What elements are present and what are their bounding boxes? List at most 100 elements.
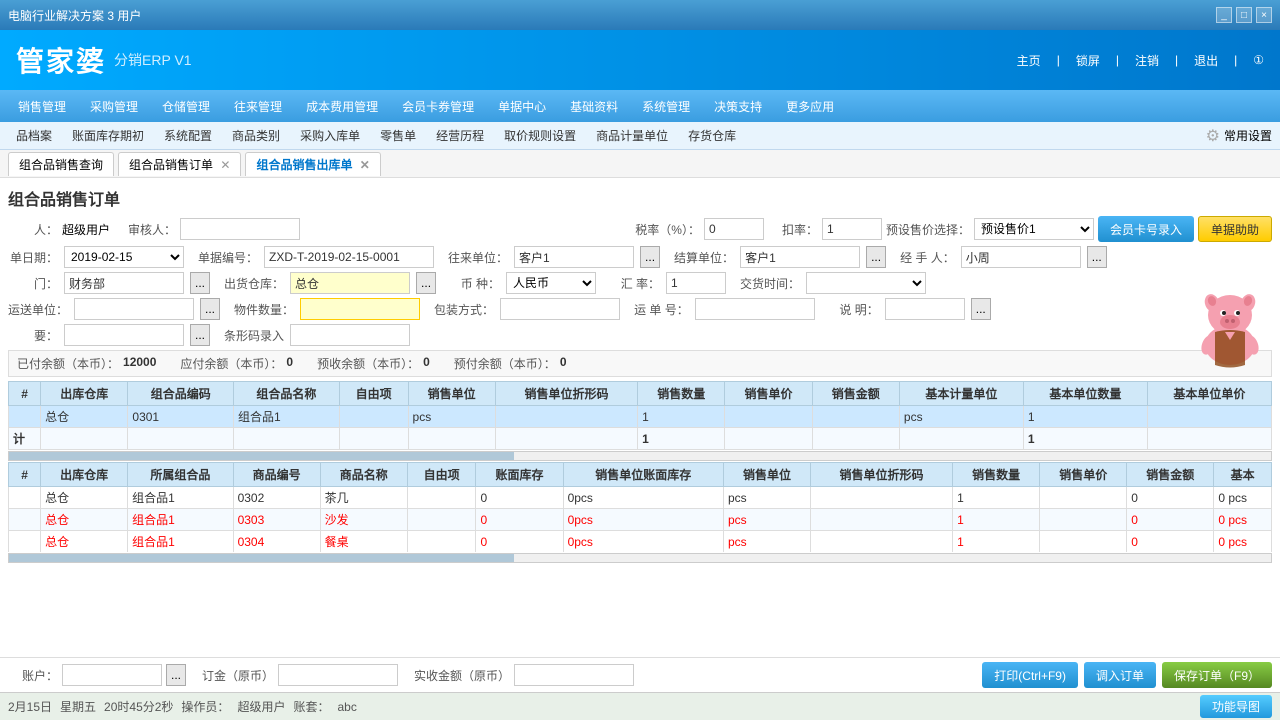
tax-rate-input[interactable] <box>704 218 764 240</box>
nav-home[interactable]: 主页 <box>1017 52 1041 69</box>
order-total-input[interactable] <box>278 664 398 686</box>
price-select[interactable]: 预设售价1 <box>974 218 1094 240</box>
window-title: 电脑行业解决方案 3 用户 <box>8 7 141 24</box>
tab-close-2[interactable]: ✕ <box>360 158 370 172</box>
breadcrumb-bar: 组合品销售查询 组合品销售订单 ✕ 组合品销售出库单 ✕ <box>0 150 1280 178</box>
barcode-label: 条形码录入 <box>224 327 284 344</box>
parts-input[interactable] <box>300 298 420 320</box>
note-lookup-button[interactable]: ... <box>971 298 991 320</box>
breadcrumb-tab-2[interactable]: 组合品销售出库单 ✕ <box>245 152 380 176</box>
nav-logout[interactable]: 注销 <box>1135 52 1159 69</box>
sub-nav-8[interactable]: 商品计量单位 <box>588 124 676 147</box>
warehouse-lookup-button[interactable]: ... <box>416 272 436 294</box>
lower-table-scrollbar[interactable] <box>8 553 1272 563</box>
warehouse-input[interactable] <box>290 272 410 294</box>
maximize-button[interactable]: □ <box>1236 7 1252 23</box>
function-map-button[interactable]: 功能导图 <box>1200 695 1272 718</box>
print-button[interactable]: 打印(Ctrl+F9) <box>982 662 1078 688</box>
minimize-button[interactable]: _ <box>1216 7 1232 23</box>
lcol-unit: 销售单位 <box>723 463 810 487</box>
sub-nav-9[interactable]: 存货仓库 <box>680 124 744 147</box>
lower-table-row-1[interactable]: 总仓 组合品1 0303 沙发 0 0pcs pcs 1 0 0 pcs <box>9 509 1272 531</box>
nav-lock[interactable]: 锁屏 <box>1076 52 1100 69</box>
req-input[interactable] <box>64 324 184 346</box>
nav-decision[interactable]: 决策支持 <box>704 94 772 119</box>
nav-voucher[interactable]: 单据中心 <box>488 94 556 119</box>
sub-nav-2[interactable]: 系统配置 <box>156 124 220 147</box>
trade-time-select[interactable] <box>806 272 926 294</box>
upper-table-scrollbar[interactable] <box>8 451 1272 461</box>
parts-label: 物件数量： <box>234 301 294 318</box>
settle-label: 结算单位： <box>674 249 734 266</box>
upper-row-code: 0301 <box>128 406 234 428</box>
nav-sales[interactable]: 销售管理 <box>8 94 76 119</box>
handler-lookup-button[interactable]: ... <box>1087 246 1107 268</box>
close-button[interactable]: × <box>1256 7 1272 23</box>
shipping-label: 运送单位： <box>8 301 68 318</box>
nav-warehouse[interactable]: 仓储管理 <box>152 94 220 119</box>
dept-lookup-button[interactable]: ... <box>190 272 210 294</box>
save-button[interactable]: 保存订单（F9） <box>1162 662 1272 688</box>
nav-exit[interactable]: 退出 <box>1194 52 1218 69</box>
member-card-button[interactable]: 会员卡号录入 <box>1098 216 1194 242</box>
lower-table-container: # 出库仓库 所属组合品 商品编号 商品名称 自由项 账面库存 销售单位账面库存… <box>8 462 1272 552</box>
help-button[interactable]: 单据助助 <box>1198 216 1272 242</box>
breadcrumb-tab-0[interactable]: 组合品销售查询 <box>8 152 114 176</box>
nav-purchase[interactable]: 采购管理 <box>80 94 148 119</box>
account-lookup-button[interactable]: ... <box>166 664 186 686</box>
lcol-no: # <box>9 463 41 487</box>
nav-more[interactable]: 更多应用 <box>776 94 844 119</box>
lcol-price: 销售单价 <box>1040 463 1127 487</box>
nav-basic[interactable]: 基础资料 <box>560 94 628 119</box>
waybill-input[interactable] <box>695 298 815 320</box>
sub-nav-4[interactable]: 采购入库单 <box>292 124 368 147</box>
status-time: 20时45分2秒 <box>104 698 173 715</box>
req-label: 要： <box>8 327 58 344</box>
exchange-input[interactable] <box>666 272 726 294</box>
col-combo-name: 组合品名称 <box>234 382 340 406</box>
account-input[interactable] <box>62 664 162 686</box>
pack-input[interactable] <box>500 298 620 320</box>
tab-close-1[interactable]: ✕ <box>220 158 230 172</box>
order-no-input[interactable] <box>264 246 434 268</box>
actual-input[interactable] <box>514 664 634 686</box>
date-input[interactable]: 2019-02-15 <box>64 246 184 268</box>
lcol-stock: 账面库存 <box>476 463 563 487</box>
sub-nav-6[interactable]: 经营历程 <box>428 124 492 147</box>
currency-select[interactable]: 人民币 <box>506 272 596 294</box>
settle-lookup-button[interactable]: ... <box>866 246 886 268</box>
shipping-lookup-button[interactable]: ... <box>200 298 220 320</box>
breadcrumb-tab-1[interactable]: 组合品销售订单 ✕ <box>118 152 241 176</box>
sub-nav-7[interactable]: 取价规则设置 <box>496 124 584 147</box>
settle-input[interactable] <box>740 246 860 268</box>
barcode-input[interactable] <box>290 324 410 346</box>
lcol-combo: 所属组合品 <box>128 463 233 487</box>
partner-lookup-button[interactable]: ... <box>640 246 660 268</box>
nav-member[interactable]: 会员卡券管理 <box>392 94 484 119</box>
sub-nav-5[interactable]: 零售单 <box>372 124 424 147</box>
lower-table-row-2[interactable]: 总仓 组合品1 0304 餐桌 0 0pcs pcs 1 0 0 pcs <box>9 531 1272 553</box>
nav-cost[interactable]: 成本费用管理 <box>296 94 388 119</box>
settings-label[interactable]: 常用设置 <box>1224 127 1272 144</box>
status-operator: 超级用户 <box>237 698 285 715</box>
shipping-input[interactable] <box>74 298 194 320</box>
table-row[interactable]: 总仓 0301 组合品1 pcs 1 pcs 1 <box>9 406 1272 428</box>
partner-input[interactable] <box>514 246 634 268</box>
discount-input[interactable] <box>822 218 882 240</box>
note-input[interactable] <box>885 298 965 320</box>
sub-nav-1[interactable]: 账面库存期初 <box>64 124 152 147</box>
col-base-price: 基本单位单价 <box>1147 382 1271 406</box>
waybill-label: 运 单 号： <box>634 301 689 318</box>
dept-input[interactable] <box>64 272 184 294</box>
req-lookup-button[interactable]: ... <box>190 324 210 346</box>
nav-system[interactable]: 系统管理 <box>632 94 700 119</box>
nav-info[interactable]: ① <box>1253 53 1264 67</box>
sub-nav-0[interactable]: 品档案 <box>8 124 60 147</box>
import-button[interactable]: 调入订单 <box>1084 662 1156 688</box>
nav-dealings[interactable]: 往来管理 <box>224 94 292 119</box>
handler-input[interactable] <box>961 246 1081 268</box>
reviewer-input[interactable] <box>180 218 300 240</box>
lower-table-row-0[interactable]: 总仓 组合品1 0302 茶几 0 0pcs pcs 1 0 0 pcs <box>9 487 1272 509</box>
sub-nav-3[interactable]: 商品类别 <box>224 124 288 147</box>
status-bar: 2月15日 星期五 20时45分2秒 操作员： 超级用户 账套： abc 功能导… <box>0 692 1280 720</box>
